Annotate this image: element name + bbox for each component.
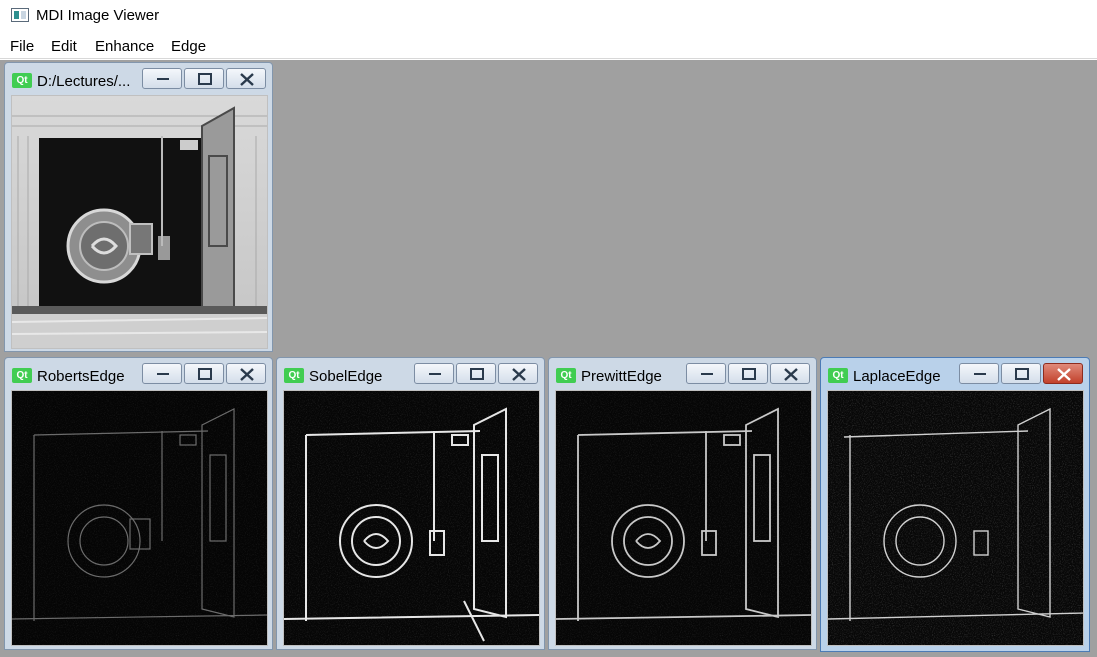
minimize-icon (429, 373, 441, 375)
close-button[interactable] (226, 68, 266, 89)
maximize-icon (470, 368, 484, 380)
subwindow-title: PrewittEdge (581, 368, 662, 385)
maximize-icon (198, 368, 212, 380)
menu-edit[interactable]: Edit (51, 38, 77, 55)
subwindow-title: D:/Lectures/... (37, 73, 131, 90)
maximize-icon (742, 368, 756, 380)
close-button[interactable] (770, 363, 810, 384)
close-icon (1057, 368, 1071, 381)
minimize-button[interactable] (142, 68, 182, 89)
subwindow-title: LaplaceEdge (853, 368, 941, 385)
subwindow-title: RobertsEdge (37, 368, 125, 385)
mdi-window-icon (11, 8, 29, 22)
subwindow-titlebar[interactable]: Qt LaplaceEdge (821, 358, 1089, 388)
menu-bar: File Edit Enhance Edge (0, 33, 1097, 59)
menu-enhance[interactable]: Enhance (95, 38, 154, 55)
subwindow-robertsedge[interactable]: Qt RobertsEdge (4, 357, 273, 650)
laplace-edge-image (827, 390, 1084, 646)
subwindow-titlebar[interactable]: Qt D:/Lectures/... (5, 63, 272, 93)
close-button[interactable] (498, 363, 538, 384)
subwindow-laplaceedge[interactable]: Qt LaplaceEdge (820, 357, 1090, 652)
subwindow-prewittedge[interactable]: Qt PrewittEdge (548, 357, 817, 650)
qt-icon: Qt (284, 368, 304, 383)
maximize-button[interactable] (456, 363, 496, 384)
close-icon (240, 73, 254, 86)
maximize-button[interactable] (728, 363, 768, 384)
minimize-button[interactable] (142, 363, 182, 384)
qt-icon: Qt (12, 73, 32, 88)
subwindow-title: SobelEdge (309, 368, 383, 385)
menu-edge[interactable]: Edge (171, 38, 206, 55)
subwindow-titlebar[interactable]: Qt RobertsEdge (5, 358, 272, 388)
minimize-button[interactable] (414, 363, 454, 384)
close-icon (512, 368, 526, 381)
close-button[interactable] (1043, 363, 1083, 384)
close-icon (784, 368, 798, 381)
roberts-edge-image (11, 390, 268, 646)
minimize-icon (157, 373, 169, 375)
maximize-icon (1015, 368, 1029, 380)
maximize-button[interactable] (1001, 363, 1041, 384)
sobel-edge-image (283, 390, 540, 646)
subwindow-original[interactable]: Qt D:/Lectures/... (4, 62, 273, 352)
subwindow-titlebar[interactable]: Qt PrewittEdge (549, 358, 816, 388)
qt-icon: Qt (12, 368, 32, 383)
menu-file[interactable]: File (10, 38, 34, 55)
minimize-button[interactable] (686, 363, 726, 384)
qt-icon: Qt (556, 368, 576, 383)
app-title: MDI Image Viewer (36, 7, 160, 24)
maximize-button[interactable] (184, 68, 224, 89)
minimize-icon (701, 373, 713, 375)
close-button[interactable] (226, 363, 266, 384)
minimize-icon (974, 373, 986, 375)
prewitt-edge-image (555, 390, 812, 646)
subwindow-titlebar[interactable]: Qt SobelEdge (277, 358, 544, 388)
original-image (11, 95, 268, 349)
maximize-icon (198, 73, 212, 85)
minimize-icon (157, 78, 169, 80)
subwindow-sobeledge[interactable]: Qt SobelEdge (276, 357, 545, 650)
minimize-button[interactable] (959, 363, 999, 384)
app-titlebar: MDI Image Viewer (0, 0, 1097, 32)
qt-icon: Qt (828, 368, 848, 383)
close-icon (240, 368, 254, 381)
maximize-button[interactable] (184, 363, 224, 384)
